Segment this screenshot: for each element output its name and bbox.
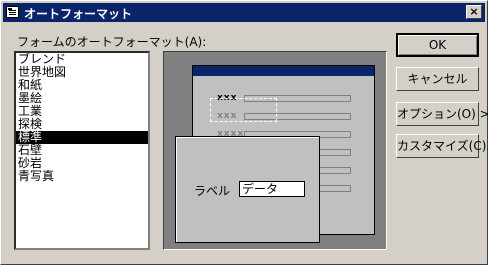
options-button[interactable]: オプション(O) >> <box>396 102 488 126</box>
format-preview: xxx xxx xxxx ラベル データ <box>163 51 387 250</box>
cancel-button[interactable]: キャンセル <box>396 67 479 91</box>
ok-button[interactable]: OK <box>396 33 479 57</box>
preview-zoom-label: ラベル <box>194 184 231 198</box>
form-icon <box>6 6 19 18</box>
customize-button[interactable]: カスタマイズ(C)... <box>396 134 488 158</box>
preview-form-titlebar <box>193 66 374 76</box>
close-button[interactable]: × <box>466 5 482 19</box>
list-item[interactable]: 青写真 <box>16 170 148 183</box>
format-listbox[interactable]: ブレンド 世界地図 和紙 墨絵 工業 探検 標準 石壁 砂岩 青写真 <box>14 51 150 250</box>
preview-selection-outline <box>210 98 277 122</box>
preview-zoom-field: データ <box>239 181 305 197</box>
autoformat-dialog: オートフォーマット × フォームのオートフォーマット(A): ブレンド 世界地図… <box>0 0 488 265</box>
dialog-title: オートフォーマット <box>24 7 133 21</box>
preview-zoom-box: ラベル データ <box>175 136 320 243</box>
format-list-label: フォームのオートフォーマット(A): <box>17 35 207 49</box>
title-bar: オートフォーマット × <box>3 3 485 22</box>
